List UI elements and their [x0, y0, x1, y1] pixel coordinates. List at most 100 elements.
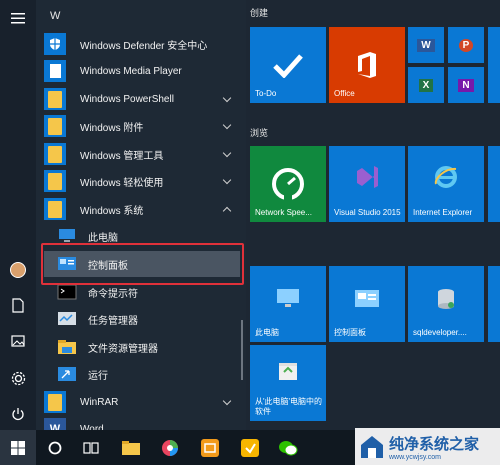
database-icon	[438, 289, 454, 309]
watermark-logo-icon	[361, 435, 383, 458]
tile-visual-studio[interactable]: Visual Studio 2015	[329, 146, 405, 222]
section-letter[interactable]: W	[50, 10, 60, 22]
power-icon[interactable]	[0, 396, 36, 432]
tile-office[interactable]: Office	[329, 27, 405, 103]
app-windows-powershell[interactable]: Windows PowerShell	[44, 86, 240, 112]
settings-gear-icon[interactable]	[0, 360, 36, 396]
highlight-annotation	[41, 243, 244, 285]
app-file-explorer[interactable]: 文件资源管理器	[44, 334, 240, 360]
folder-icon	[44, 143, 66, 165]
watermark: 纯净系统之家 www.ycwjsy.com	[355, 428, 500, 465]
onenote-icon: N	[458, 78, 474, 92]
user-avatar-icon[interactable]	[0, 252, 36, 288]
hamburger-menu-icon[interactable]	[0, 0, 36, 36]
tile-partial[interactable]	[488, 27, 500, 103]
word-icon: W	[417, 38, 435, 52]
tile-partial[interactable]	[488, 266, 500, 342]
shield-icon	[44, 33, 66, 55]
pictures-icon[interactable]	[0, 323, 36, 359]
tile-partial[interactable]	[488, 146, 500, 222]
app-label: Windows PowerShell	[80, 93, 174, 105]
speed-gauge-icon	[272, 168, 304, 202]
app-label: WinRAR	[80, 396, 119, 408]
run-icon	[56, 363, 78, 385]
tile-label: 控制面板	[334, 328, 366, 337]
app-task-manager[interactable]: 任务管理器	[44, 306, 240, 332]
orange-app-icon	[201, 438, 219, 457]
tile-sqldeveloper[interactable]: sqldeveloper....	[408, 266, 484, 342]
document-icon	[44, 60, 66, 82]
app-label: 文件资源管理器	[88, 343, 158, 355]
checkmark-icon	[273, 54, 303, 78]
watermark-text: 纯净系统之家	[389, 435, 480, 453]
app-label: 运行	[88, 370, 108, 382]
app-windows-admin-tools[interactable]: Windows 管理工具	[44, 141, 240, 167]
taskbar-app-orange[interactable]	[192, 430, 228, 465]
powerpoint-icon: P	[458, 38, 474, 52]
office-icon	[358, 52, 376, 78]
computer-icon	[277, 289, 299, 307]
app-label: 任务管理器	[88, 315, 138, 327]
app-windows-media-player[interactable]: Windows Media Player	[44, 58, 240, 84]
control-panel-icon	[355, 290, 379, 307]
taskbar-file-explorer[interactable]	[113, 430, 149, 465]
app-label: Windows 管理工具	[80, 150, 164, 162]
tile-onenote-small[interactable]: N	[448, 67, 484, 103]
visual-studio-icon	[357, 166, 378, 188]
tile-label: 此电脑	[255, 328, 279, 337]
tile-this-pc[interactable]: 此电脑	[250, 266, 326, 342]
cortana-icon	[48, 441, 62, 454]
chevron-down-icon	[222, 93, 232, 103]
folder-icon	[44, 198, 66, 220]
app-label: 命令提示符	[88, 288, 138, 300]
folder-icon	[44, 391, 66, 413]
scrollbar[interactable]	[241, 320, 243, 380]
start-button[interactable]	[0, 430, 36, 465]
search-button[interactable]	[37, 430, 73, 465]
chevron-down-icon	[222, 396, 232, 406]
app-windows-defender[interactable]: Windows Defender 安全中心	[44, 31, 240, 57]
app-windows-accessories[interactable]: Windows 附件	[44, 113, 240, 139]
taskbar-wechat[interactable]	[270, 430, 306, 465]
tile-software[interactable]: 从'此电脑'电脑中的软件	[250, 345, 326, 421]
taskbar-app-yellow[interactable]	[232, 430, 268, 465]
colorful-app-icon	[162, 439, 178, 456]
software-box-icon	[279, 363, 297, 380]
tile-label: Office	[334, 89, 355, 98]
tile-label: 从'此电脑'电脑中的软件	[255, 397, 323, 416]
yellow-app-icon	[241, 438, 259, 457]
start-rail	[0, 0, 36, 430]
tile-label: Visual Studio 2015	[334, 208, 401, 217]
taskbar-app-colorful[interactable]	[152, 430, 188, 465]
tile-internet-explorer[interactable]: Internet Explorer	[408, 146, 484, 222]
internet-explorer-icon	[434, 166, 457, 188]
tile-label: sqldeveloper....	[413, 328, 467, 337]
folder-icon	[44, 115, 66, 137]
tile-network-speed[interactable]: Network Spee...	[250, 146, 326, 222]
chevron-up-icon	[222, 206, 232, 216]
windows-logo-icon	[11, 440, 25, 455]
app-run[interactable]: 运行	[44, 361, 240, 387]
folder-icon	[122, 440, 140, 455]
app-list: W Windows Defender 安全中心 Windows Media Pl…	[36, 0, 246, 440]
tiles-area: 创建 To-Do Office W P X N 浏览 Network Spee.…	[246, 0, 500, 430]
app-winrar[interactable]: WinRAR	[44, 389, 240, 415]
tile-control-panel[interactable]: 控制面板	[329, 266, 405, 342]
tile-word-small[interactable]: W	[408, 27, 444, 63]
app-label: Windows 轻松使用	[80, 177, 164, 189]
documents-icon[interactable]	[0, 287, 36, 323]
tile-excel-small[interactable]: X	[408, 67, 444, 103]
app-windows-system[interactable]: Windows 系统	[44, 196, 240, 222]
task-view-button[interactable]	[73, 430, 109, 465]
group-label-browse: 浏览	[250, 128, 269, 138]
chevron-down-icon	[222, 148, 232, 158]
file-explorer-icon	[56, 336, 78, 358]
chevron-down-icon	[222, 120, 232, 130]
tile-label: To-Do	[255, 89, 277, 98]
app-windows-ease-of-access[interactable]: Windows 轻松使用	[44, 168, 240, 194]
tile-powerpoint-small[interactable]: P	[448, 27, 484, 63]
wechat-icon	[279, 440, 298, 455]
app-label: Windows 系统	[80, 205, 144, 217]
tile-label: Internet Explorer	[413, 208, 473, 217]
tile-todo[interactable]: To-Do	[250, 27, 326, 103]
